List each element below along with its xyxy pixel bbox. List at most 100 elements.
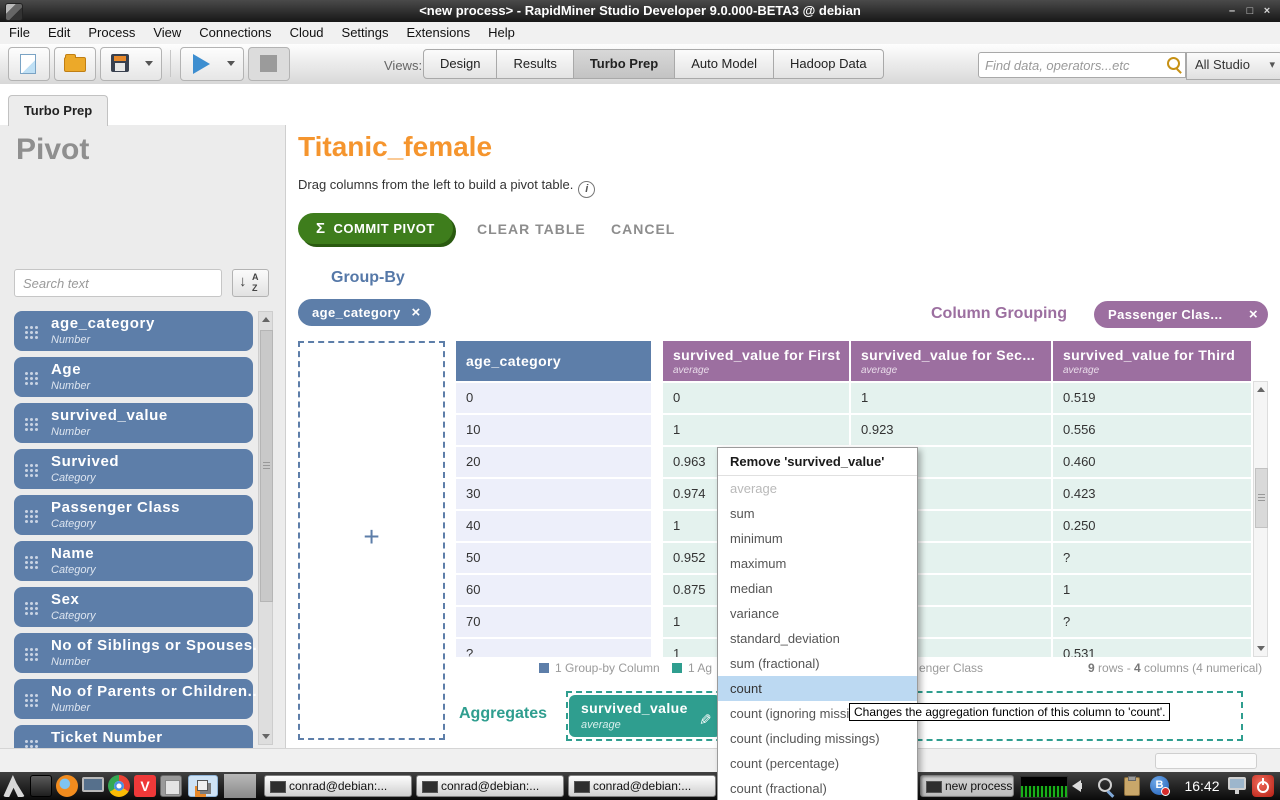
column-chip[interactable]: Ticket NumberNumber [14, 725, 253, 748]
run-dropdown-icon[interactable] [227, 61, 235, 66]
view-tab-hadoop-data[interactable]: Hadoop Data [774, 49, 884, 79]
taskbar-window-button[interactable]: conrad@debian:... [568, 775, 716, 797]
row-dropzone[interactable]: + [298, 341, 445, 740]
global-search-input[interactable] [983, 54, 1157, 76]
column-chip[interactable]: SexCategory [14, 587, 253, 627]
menu-item-maximum[interactable]: maximum [718, 551, 917, 576]
cpu-graph-icon[interactable] [1020, 776, 1068, 798]
context-menu-title[interactable]: Remove 'survived_value' [718, 448, 917, 476]
taskbar-window-button[interactable]: new process> ... [920, 775, 1014, 797]
menu-item-median[interactable]: median [718, 576, 917, 601]
menu-item-count[interactable]: count [718, 676, 917, 701]
column-header[interactable]: survived_value for Sec...average [851, 341, 1051, 381]
menu-item-average[interactable]: average [718, 476, 917, 501]
info-icon[interactable]: i [578, 181, 595, 198]
view-tab-results[interactable]: Results [497, 49, 573, 79]
remove-chip-icon[interactable]: × [1249, 301, 1258, 328]
column-grouping-chip[interactable]: Passenger Clas... × [1094, 301, 1268, 328]
edit-pencil-icon[interactable]: ✎ [699, 711, 712, 729]
clear-table-button[interactable]: CLEAR TABLE [477, 221, 586, 237]
stop-button[interactable] [248, 47, 290, 81]
display-icon[interactable] [82, 777, 104, 792]
scroll-up-icon[interactable] [1257, 387, 1265, 392]
clipboard-icon[interactable] [1124, 777, 1140, 796]
column-chip[interactable]: SurvivedCategory [14, 449, 253, 489]
column-chip-name: Name [51, 545, 94, 562]
menu-item-help[interactable]: Help [479, 22, 524, 44]
aggregate-chip[interactable]: survived_value average ✎ [569, 695, 721, 737]
menu-item-minimum[interactable]: minimum [718, 526, 917, 551]
remove-chip-icon[interactable]: × [411, 299, 420, 326]
rapidminer-taskbar-icon[interactable] [188, 775, 218, 797]
menu-item-settings[interactable]: Settings [333, 22, 398, 44]
search-scope-dropdown[interactable]: All Studio ▾ [1186, 52, 1280, 80]
search-icon[interactable] [1167, 57, 1180, 70]
view-tab-auto-model[interactable]: Auto Model [675, 49, 774, 79]
terminal-icon[interactable] [30, 775, 52, 797]
menu-item-count-including-missings-[interactable]: count (including missings) [718, 726, 917, 751]
column-header[interactable]: age_category [456, 341, 651, 381]
scroll-up-icon[interactable] [262, 317, 270, 322]
maximize-icon[interactable]: □ [1242, 0, 1258, 22]
table-scrollbar[interactable] [1253, 381, 1268, 657]
lock-screen-icon[interactable] [1228, 777, 1246, 790]
open-process-button[interactable] [54, 47, 96, 81]
tab-turbo-prep[interactable]: Turbo Prep [8, 95, 108, 126]
workspaces-icon[interactable] [160, 775, 182, 797]
sort-button[interactable]: ↓ AZ [232, 269, 269, 297]
run-button[interactable] [180, 47, 244, 81]
menu-item-standard-deviation[interactable]: standard_deviation [718, 626, 917, 651]
chrome-icon[interactable] [108, 775, 130, 797]
menu-item-file[interactable]: File [0, 22, 39, 44]
global-search-box[interactable] [978, 52, 1186, 78]
menu-item-extensions[interactable]: Extensions [398, 22, 480, 44]
taskbar-window-button[interactable]: conrad@debian:... [264, 775, 412, 797]
menu-item-sum-fractional-[interactable]: sum (fractional) [718, 651, 917, 676]
launcher-icon[interactable] [3, 775, 25, 797]
menu-item-cloud[interactable]: Cloud [281, 22, 333, 44]
column-chip[interactable]: age_categoryNumber [14, 311, 253, 351]
scroll-down-icon[interactable] [1257, 646, 1265, 651]
save-dropdown-icon[interactable] [145, 61, 153, 66]
column-header[interactable]: survived_value for Firstaverage [663, 341, 849, 381]
screenshot-icon[interactable] [1098, 778, 1112, 792]
column-search-input[interactable] [21, 272, 215, 294]
minimize-icon[interactable]: – [1224, 0, 1240, 22]
menu-item-view[interactable]: View [144, 22, 190, 44]
menu-item-variance[interactable]: variance [718, 601, 917, 626]
column-chip[interactable]: Passenger ClassCategory [14, 495, 253, 535]
column-chip[interactable]: No of Parents or Children...Number [14, 679, 253, 719]
column-chip[interactable]: AgeNumber [14, 357, 253, 397]
close-icon[interactable]: × [1259, 0, 1275, 22]
menu-item-edit[interactable]: Edit [39, 22, 79, 44]
group-by-chip[interactable]: age_category × [298, 299, 431, 326]
scroll-down-icon[interactable] [262, 734, 270, 739]
firefox-icon[interactable] [56, 775, 78, 797]
power-icon[interactable] [1252, 775, 1274, 797]
sidebar-scrollbar-thumb[interactable] [260, 330, 273, 602]
sidebar-scrollbar[interactable] [258, 311, 273, 745]
menu-item-count-percentage-[interactable]: count (percentage) [718, 751, 917, 776]
view-tab-design[interactable]: Design [423, 49, 497, 79]
menu-item-connections[interactable]: Connections [190, 22, 280, 44]
window-icon [270, 781, 286, 793]
new-process-button[interactable] [8, 47, 50, 81]
column-chip[interactable]: No of Siblings or Spouses...Number [14, 633, 253, 673]
menu-item-sum[interactable]: sum [718, 501, 917, 526]
commit-pivot-button[interactable]: ΣCOMMIT PIVOT [298, 213, 453, 244]
column-search-box[interactable] [14, 269, 222, 297]
view-tab-turbo-prep[interactable]: Turbo Prep [574, 49, 675, 79]
column-chip[interactable]: survived_valueNumber [14, 403, 253, 443]
save-process-button[interactable] [100, 47, 162, 81]
volume-icon[interactable] [1072, 780, 1081, 792]
bluetooth-icon[interactable]: B [1150, 776, 1169, 795]
table-scrollbar-thumb[interactable] [1255, 468, 1268, 528]
cancel-button[interactable]: CANCEL [611, 221, 675, 237]
vivaldi-icon[interactable]: V [134, 775, 156, 797]
column-header[interactable]: survived_value for Thirdaverage [1053, 341, 1251, 381]
column-chip[interactable]: NameCategory [14, 541, 253, 581]
taskbar-button-label: conrad@debian:... [593, 779, 691, 793]
menu-item-process[interactable]: Process [79, 22, 144, 44]
menu-item-count-fractional-[interactable]: count (fractional) [718, 776, 917, 800]
taskbar-window-button[interactable]: conrad@debian:... [416, 775, 564, 797]
